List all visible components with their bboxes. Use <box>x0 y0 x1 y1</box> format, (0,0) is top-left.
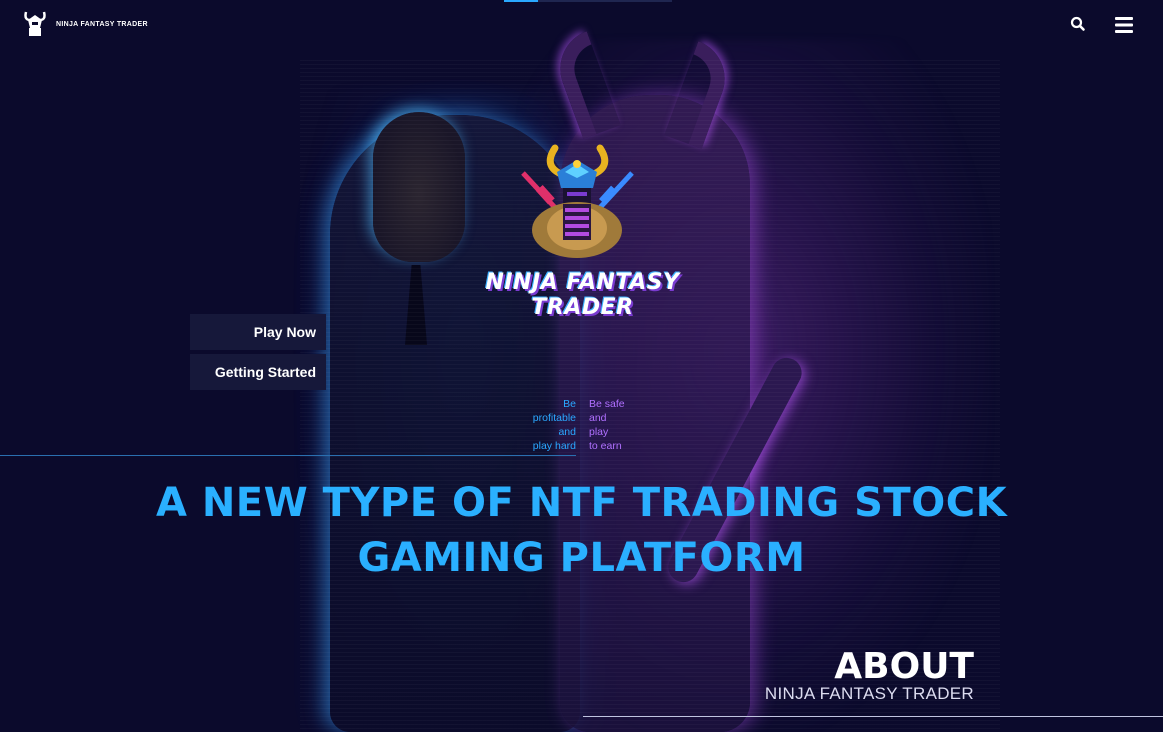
hero-headline: A NEW TYPE OF NTF TRADING STOCK GAMING P… <box>150 476 1013 586</box>
about-title: ABOUT <box>834 646 974 687</box>
slide-indicator-active[interactable] <box>504 0 538 2</box>
tagline-right-line: Be safe <box>589 398 625 410</box>
tagline-left-line: play hard <box>532 440 576 452</box>
menu-button[interactable] <box>1114 15 1134 35</box>
tagline-left-line: profitable <box>532 412 576 424</box>
tagline-left-line: Be <box>563 398 576 410</box>
ninja-mascot-logo <box>515 138 640 263</box>
tagline-right-line: play <box>589 426 609 438</box>
section-divider-left <box>0 455 576 456</box>
search-icon <box>1070 16 1085 31</box>
hamburger-menu-icon <box>1115 17 1133 33</box>
getting-started-button[interactable]: Getting Started <box>190 354 326 390</box>
tagline-right-line: and <box>589 412 607 424</box>
ninja-logo-icon <box>20 8 50 40</box>
hero-headline-line: A NEW TYPE OF NTF TRADING STOCK <box>155 480 1008 526</box>
search-button[interactable] <box>1069 15 1087 33</box>
section-divider-right <box>583 716 1163 717</box>
play-now-button[interactable]: Play Now <box>190 314 326 350</box>
about-subtitle: NINJA FANTASY TRADER <box>764 684 974 703</box>
tagline-left: Be profitable and play hard <box>520 397 576 453</box>
tagline-right: Be safe and play to earn <box>589 397 649 453</box>
brand-logo[interactable]: NINJA FANTASY TRADER <box>20 8 148 40</box>
page: NINJA FANTASY TRADER NINJA FANTASY TRADE… <box>0 0 1163 732</box>
logo-title: NINJA FANTASY TRADER <box>485 270 680 320</box>
tagline-left-line: and <box>558 426 576 438</box>
hero-headline-line: GAMING PLATFORM <box>357 535 806 581</box>
brand-name: NINJA FANTASY TRADER <box>56 20 148 28</box>
hero-character-man-head <box>373 112 465 262</box>
tagline-right-line: to earn <box>589 440 622 452</box>
